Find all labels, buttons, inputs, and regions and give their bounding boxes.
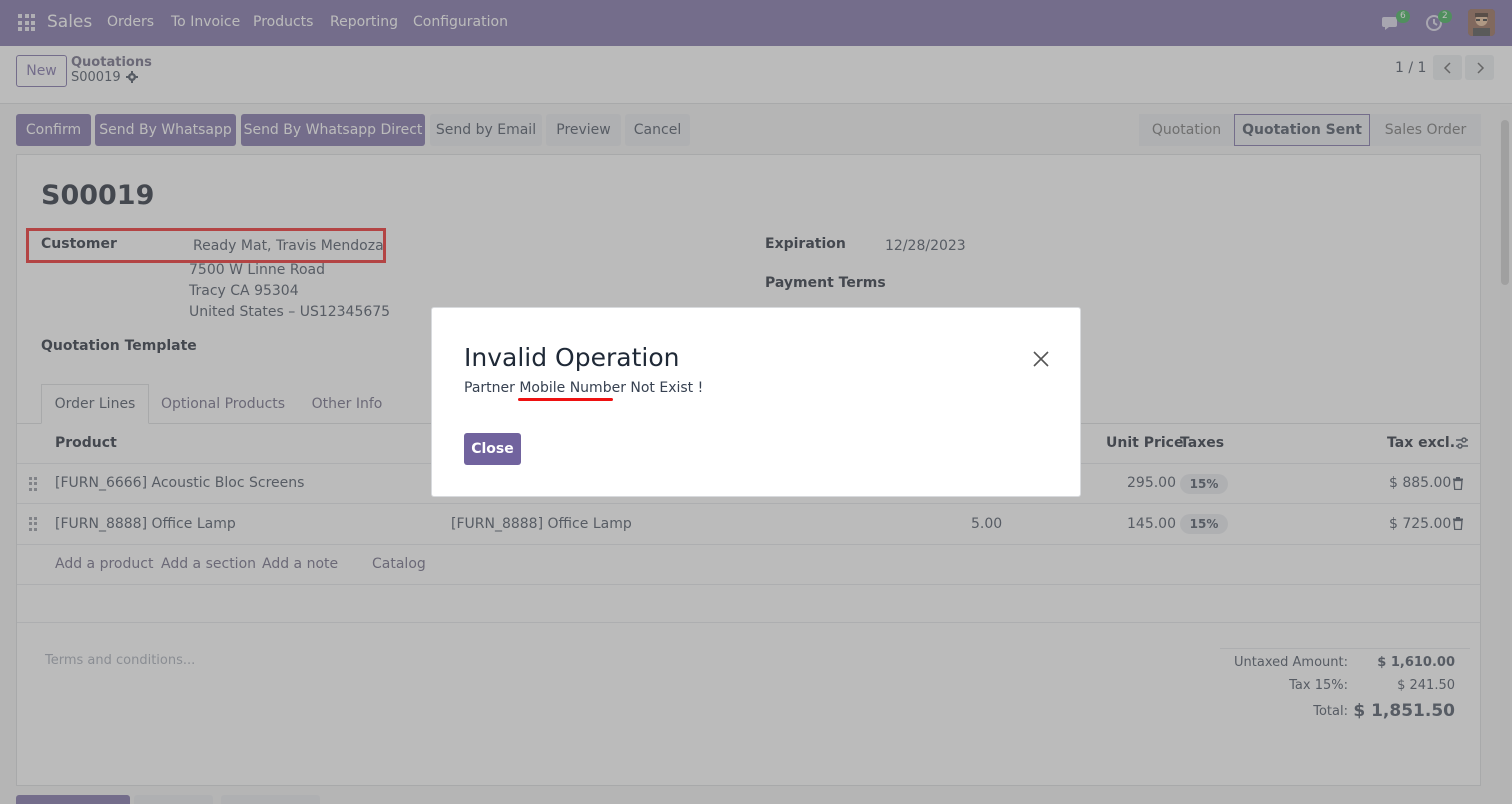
- dialog-message: Partner Mobile Number Not Exist !: [464, 380, 704, 396]
- close-icon[interactable]: [1032, 350, 1050, 368]
- error-dialog: [431, 307, 1081, 497]
- annotation-underline: [518, 398, 613, 401]
- close-button[interactable]: Close: [464, 433, 521, 465]
- dialog-title: Invalid Operation: [464, 343, 680, 372]
